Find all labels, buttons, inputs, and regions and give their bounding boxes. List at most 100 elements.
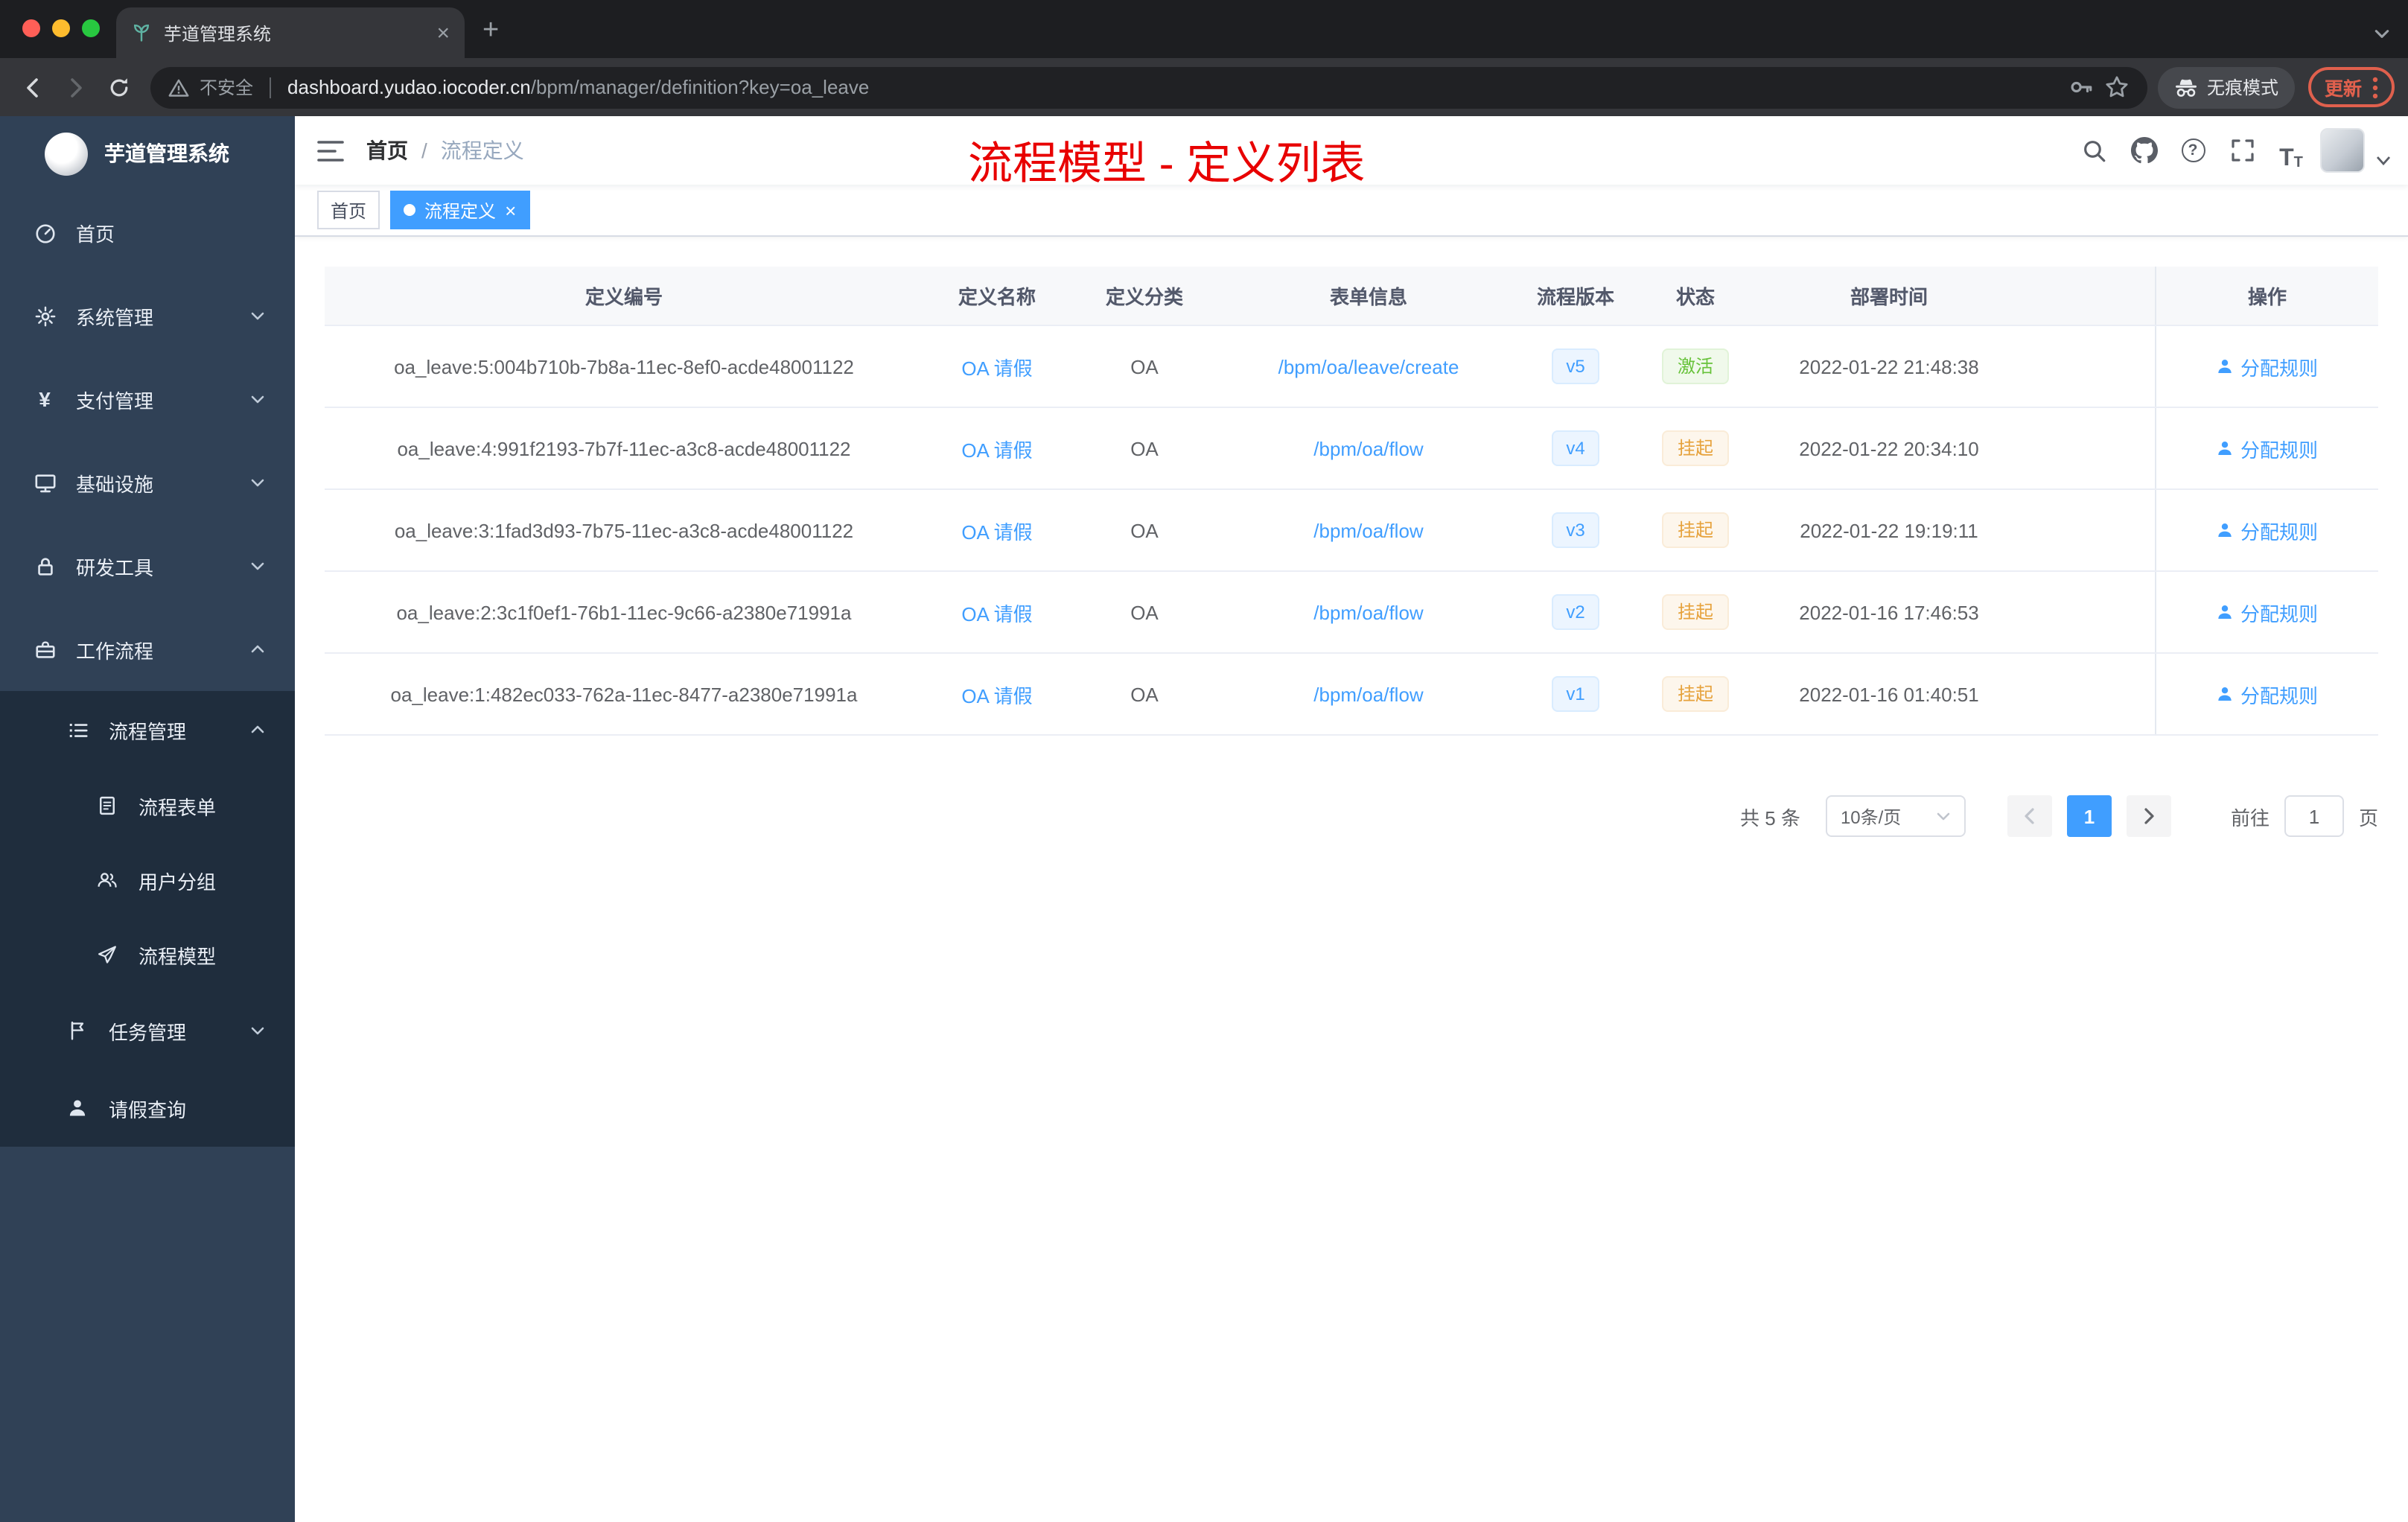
definition-name-link[interactable]: OA 请假 <box>961 598 1032 626</box>
breadcrumb-home[interactable]: 首页 <box>366 136 408 165</box>
definition-name-link[interactable]: OA 请假 <box>961 680 1032 708</box>
table-body: oa_leave:5:004b710b-7b8a-11ec-8ef0-acde4… <box>325 326 2378 736</box>
goto-page-input[interactable] <box>2284 795 2344 837</box>
lock-icon <box>33 555 57 577</box>
back-icon[interactable] <box>10 66 54 109</box>
avatar-caret-icon[interactable] <box>2377 156 2390 165</box>
definition-category: OA <box>1130 355 1159 378</box>
sidebar-item-label: 用户分组 <box>138 870 217 893</box>
briefcase-icon <box>33 638 57 660</box>
prev-page-button[interactable] <box>2007 795 2052 837</box>
version-badge: v3 <box>1551 512 1600 548</box>
sidebar-item-payment[interactable]: 支付管理 <box>0 357 295 441</box>
form-link[interactable]: /bpm/oa/flow <box>1313 519 1423 541</box>
assign-rule-link[interactable]: 分配规则 <box>2217 434 2318 462</box>
tab-close-icon[interactable] <box>436 22 450 44</box>
browser-menu-icon[interactable] <box>2372 75 2378 99</box>
avatar[interactable] <box>2320 128 2365 173</box>
row-spacer <box>2019 490 2155 570</box>
sidebar-item-process-management[interactable]: 流程管理 <box>0 691 295 768</box>
sidebar-item-system[interactable]: 系统管理 <box>0 274 295 357</box>
tag-process-definition[interactable]: 流程定义 <box>390 191 530 229</box>
deploy-time: 2022-01-22 21:48:38 <box>1799 355 1979 378</box>
hamburger-icon[interactable] <box>295 139 366 162</box>
app-logo[interactable]: 芋道管理系统 <box>0 116 295 191</box>
chevron-down-icon <box>250 1023 265 1038</box>
app-window: 芋道管理系统 首页 系统管理 支付管理 <box>0 116 2408 1522</box>
version-badge: v2 <box>1551 594 1600 630</box>
window-controls <box>22 19 100 37</box>
status-badge: 挂起 <box>1662 594 1728 630</box>
definition-id: oa_leave:5:004b710b-7b8a-11ec-8ef0-acde4… <box>394 355 854 378</box>
definition-table: 定义编号 定义名称 定义分类 表单信息 流程版本 状态 部署时间 操作 oa_l… <box>325 267 2378 736</box>
sidebar-item-process-model[interactable]: 流程模型 <box>0 917 295 992</box>
next-page-button[interactable] <box>2126 795 2171 837</box>
sidebar-item-user-group[interactable]: 用户分组 <box>0 843 295 917</box>
definition-name-link[interactable]: OA 请假 <box>961 352 1032 380</box>
bookmark-star-icon[interactable] <box>2104 74 2130 100</box>
gear-icon <box>33 305 57 327</box>
form-link[interactable]: /bpm/oa/flow <box>1313 437 1423 459</box>
url-domain: dashboard.yudao.iocoder.cn <box>287 76 531 98</box>
forward-icon[interactable] <box>54 66 97 109</box>
tag-home[interactable]: 首页 <box>317 191 380 229</box>
site-favicon-icon <box>134 24 149 42</box>
tab-list-chevron-icon[interactable] <box>2374 22 2390 49</box>
tag-close-icon[interactable] <box>505 200 516 220</box>
breadcrumb: 首页 / 流程定义 <box>366 136 524 165</box>
sidebar-item-label: 请假查询 <box>109 1098 187 1121</box>
sidebar-item-workflow[interactable]: 工作流程 <box>0 608 295 691</box>
sidebar-item-infrastructure[interactable]: 基础设施 <box>0 441 295 524</box>
list-icon <box>66 719 89 741</box>
assign-rule-link[interactable]: 分配规则 <box>2217 598 2318 626</box>
zoom-window-button[interactable] <box>82 19 100 37</box>
main-panel: 首页 / 流程定义 流程模型 - 定义列表 TT <box>295 116 2408 1522</box>
assign-rule-link[interactable]: 分配规则 <box>2217 516 2318 544</box>
goto-label: 前往 <box>2230 806 2270 829</box>
sidebar-item-leave-query[interactable]: 请假查询 <box>0 1069 295 1147</box>
pagination: 共 5 条 10条/页 1 前往 页 <box>325 795 2378 837</box>
font-size-icon[interactable]: TT <box>2271 130 2311 171</box>
minimize-window-button[interactable] <box>52 19 70 37</box>
browser-update-button[interactable]: 更新 <box>2307 67 2395 107</box>
assign-rule-link[interactable]: 分配规则 <box>2217 352 2318 380</box>
browser-tab[interactable]: 芋道管理系统 <box>116 7 465 58</box>
form-link[interactable]: /bpm/oa/leave/create <box>1278 355 1459 378</box>
password-key-icon[interactable] <box>2068 74 2094 100</box>
sidebar-item-devtools[interactable]: 研发工具 <box>0 524 295 608</box>
sidebar-item-home[interactable]: 首页 <box>0 191 295 274</box>
definition-id: oa_leave:4:991f2193-7b7f-11ec-a3c8-acde4… <box>397 437 851 459</box>
new-tab-button[interactable] <box>482 15 499 48</box>
form-link[interactable]: /bpm/oa/flow <box>1313 683 1423 705</box>
yen-icon <box>33 387 57 411</box>
page-number-button[interactable]: 1 <box>2066 795 2112 837</box>
close-window-button[interactable] <box>22 19 40 37</box>
breadcrumb-current: 流程定义 <box>440 138 524 162</box>
github-icon[interactable] <box>2124 130 2164 171</box>
help-icon[interactable] <box>2173 130 2213 171</box>
goto-unit-label: 页 <box>2358 806 2378 829</box>
form-link[interactable]: /bpm/oa/flow <box>1313 601 1423 623</box>
search-icon[interactable] <box>2074 130 2115 171</box>
definition-name-link[interactable]: OA 请假 <box>961 434 1032 462</box>
user-icon <box>2219 523 2232 537</box>
sidebar-menu: 首页 系统管理 支付管理 基础设施 <box>0 191 295 1147</box>
status-badge: 挂起 <box>1662 676 1728 712</box>
page-size-select[interactable]: 10条/页 <box>1825 795 1966 837</box>
assign-rule-link[interactable]: 分配规则 <box>2217 680 2318 708</box>
url-text[interactable]: dashboard.yudao.iocoder.cn/bpm/manager/d… <box>287 76 2058 98</box>
chevron-down-icon <box>250 392 265 407</box>
user-icon <box>2219 687 2232 701</box>
definition-name-link[interactable]: OA 请假 <box>961 516 1032 544</box>
security-label[interactable]: 不安全 <box>200 74 253 100</box>
assign-rule-label: 分配规则 <box>2240 357 2318 379</box>
reload-icon[interactable] <box>97 66 140 109</box>
sidebar-item-label: 流程模型 <box>138 945 217 967</box>
fullscreen-icon[interactable] <box>2222 130 2262 171</box>
sidebar-item-task-management[interactable]: 任务管理 <box>0 992 295 1069</box>
sidebar-item-process-form[interactable]: 流程表单 <box>0 768 295 843</box>
column-header-actions: 操作 <box>2155 267 2378 325</box>
definition-category: OA <box>1130 601 1159 623</box>
address-bar[interactable]: 不安全 dashboard.yudao.iocoder.cn/bpm/manag… <box>150 66 2147 108</box>
column-header-spacer <box>2019 267 2155 325</box>
